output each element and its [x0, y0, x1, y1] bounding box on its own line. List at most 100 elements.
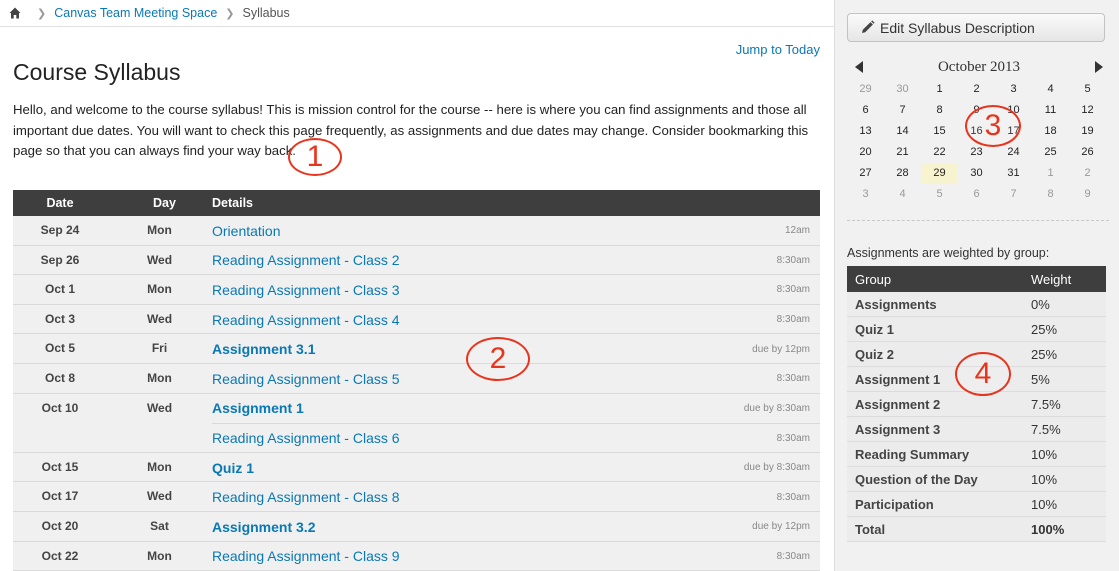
syllabus-item-link[interactable]: Reading Assignment - Class 2	[212, 252, 400, 268]
calendar-day[interactable]: 11	[1032, 100, 1069, 121]
calendar-day[interactable]: 30	[884, 79, 921, 100]
calendar-day[interactable]: 12	[1069, 100, 1106, 121]
row-details: Assignment 1 due by 8:30am Reading Assignm…	[212, 394, 820, 452]
breadcrumb-current: Syllabus	[242, 6, 290, 20]
syllabus-item-link[interactable]: Reading Assignment - Class 4	[212, 312, 400, 328]
row-day: Mon	[147, 370, 172, 385]
calendar-day[interactable]: 4	[1032, 79, 1069, 100]
calendar-day[interactable]: 3	[847, 184, 884, 205]
row-day: Wed	[146, 311, 173, 326]
row-date: Sep 24	[40, 223, 80, 237]
calendar-day[interactable]: 30	[958, 163, 995, 184]
row-date: Oct 5	[44, 341, 75, 356]
weights-group: Quiz 1	[855, 321, 895, 337]
syllabus-item-link[interactable]: Reading Assignment - Class 9	[212, 548, 400, 564]
calendar-day[interactable]: 29	[847, 79, 884, 100]
syllabus-item-time: due by 12pm	[752, 521, 810, 533]
calendar-day[interactable]: 6	[958, 184, 995, 205]
syllabus-item-link[interactable]: Reading Assignment - Class 3	[212, 282, 400, 298]
calendar-day[interactable]: 6	[847, 100, 884, 121]
weights-group: Assignment 3	[855, 421, 941, 437]
calendar-day[interactable]: 31	[995, 163, 1032, 184]
row-details: Reading Assignment - Class 8 8:30am	[212, 482, 820, 511]
weights-row: Participation 10%	[847, 492, 1106, 517]
row-details: Assignment 3.2 due by 12pm	[212, 512, 820, 541]
syllabus-row: Oct 17 Wed Reading Assignment - Class 8 8:3…	[13, 482, 820, 512]
weights-value: 7.5%	[1031, 421, 1061, 437]
next-month-icon[interactable]	[1095, 61, 1103, 73]
calendar-day[interactable]: 1	[921, 79, 958, 100]
weights-table-body: Assignments 0% Quiz 1 25% Quiz 2 25% Assignmen…	[847, 292, 1106, 542]
calendar-day[interactable]: 2	[1069, 163, 1106, 184]
syllabus-item: Assignment 3.2 due by 12pm	[212, 512, 820, 542]
calendar-day[interactable]: 14	[884, 121, 921, 142]
sidebar-divider	[847, 220, 1109, 221]
home-icon[interactable]	[9, 7, 21, 19]
callout-3: 3	[965, 105, 1021, 147]
syllabus-item-link[interactable]: Reading Assignment - Class 5	[212, 371, 400, 387]
calendar-day[interactable]: 2	[958, 79, 995, 100]
syllabus-row: Oct 1 Mon Reading Assignment - Class 3 8:30…	[13, 275, 820, 305]
row-day: Wed	[146, 252, 173, 267]
calendar-day[interactable]: 19	[1069, 121, 1106, 142]
calendar-day[interactable]: 20	[847, 142, 884, 163]
calendar-day[interactable]: 26	[1069, 142, 1106, 163]
calendar-day[interactable]: 25	[1032, 142, 1069, 163]
syllabus-item-link[interactable]: Orientation	[212, 223, 280, 239]
calendar-day[interactable]: 18	[1032, 121, 1069, 142]
jump-to-today-link[interactable]: Jump to Today	[736, 42, 820, 57]
syllabus-item-link[interactable]: Reading Assignment - Class 8	[212, 489, 400, 505]
header-day: Day	[153, 196, 176, 210]
syllabus-item-link[interactable]: Assignment 3.2	[212, 519, 315, 535]
edit-syllabus-label: Edit Syllabus Description	[880, 19, 1035, 36]
row-details: Reading Assignment - Class 2 8:30am	[212, 246, 820, 275]
row-day: Wed	[146, 489, 173, 504]
calendar-day[interactable]: 7	[884, 100, 921, 121]
weights-row: Quiz 1 25%	[847, 317, 1106, 342]
row-day: Sat	[150, 518, 169, 533]
calendar-day[interactable]: 21	[884, 142, 921, 163]
calendar-day[interactable]: 13	[847, 121, 884, 142]
pencil-icon	[862, 20, 875, 33]
calendar-day-today[interactable]: 29	[921, 163, 958, 184]
calendar-day[interactable]: 22	[921, 142, 958, 163]
calendar-day[interactable]: 3	[995, 79, 1032, 100]
row-day: Mon	[147, 459, 172, 474]
row-day: Mon	[147, 548, 172, 563]
syllabus-item-link[interactable]: Reading Assignment - Class 6	[212, 430, 400, 446]
edit-syllabus-button[interactable]: Edit Syllabus Description	[847, 13, 1105, 42]
calendar-day[interactable]: 5	[921, 184, 958, 205]
weights-value: 10%	[1031, 471, 1058, 487]
row-details: Quiz 1 due by 8:30am	[212, 453, 820, 482]
calendar-day[interactable]: 28	[884, 163, 921, 184]
calendar-day[interactable]: 7	[995, 184, 1032, 205]
calendar-day[interactable]: 8	[921, 100, 958, 121]
breadcrumb-course-link[interactable]: Canvas Team Meeting Space	[54, 6, 217, 20]
calendar-day[interactable]: 27	[847, 163, 884, 184]
callout-2: 2	[466, 337, 530, 381]
calendar-header: October 2013	[847, 55, 1109, 79]
syllabus-item-link[interactable]: Assignment 1	[212, 400, 304, 416]
syllabus-item-link[interactable]: Quiz 1	[212, 460, 254, 476]
calendar-day[interactable]: 8	[1032, 184, 1069, 205]
prev-month-icon[interactable]	[855, 61, 863, 73]
right-sidebar: Edit Syllabus Description October 2013 2…	[834, 0, 1119, 571]
row-details: Reading Assignment - Class 9 8:30am	[212, 542, 820, 571]
weights-value: 10%	[1031, 496, 1058, 512]
calendar-day[interactable]: 5	[1069, 79, 1106, 100]
weights-value: 5%	[1031, 371, 1050, 387]
syllabus-row: Sep 24 Mon Orientation 12am	[13, 216, 820, 246]
calendar-day[interactable]: 15	[921, 121, 958, 142]
weights-group: Question of the Day	[855, 471, 978, 487]
syllabus-item-time: due by 8:30am	[743, 462, 810, 474]
weights-group: Assignments	[855, 296, 937, 312]
calendar-day[interactable]: 1	[1032, 163, 1069, 184]
weights-row: Total 100%	[847, 517, 1106, 542]
syllabus-item: Reading Assignment - Class 2 8:30am	[212, 246, 820, 276]
calendar-day[interactable]: 9	[1069, 184, 1106, 205]
calendar-day[interactable]: 4	[884, 184, 921, 205]
syllabus-item-link[interactable]: Assignment 3.1	[212, 341, 315, 357]
page-title: Course Syllabus	[13, 59, 181, 85]
row-details: Reading Assignment - Class 3 8:30am	[212, 275, 820, 304]
weights-group: Reading Summary	[855, 446, 970, 462]
